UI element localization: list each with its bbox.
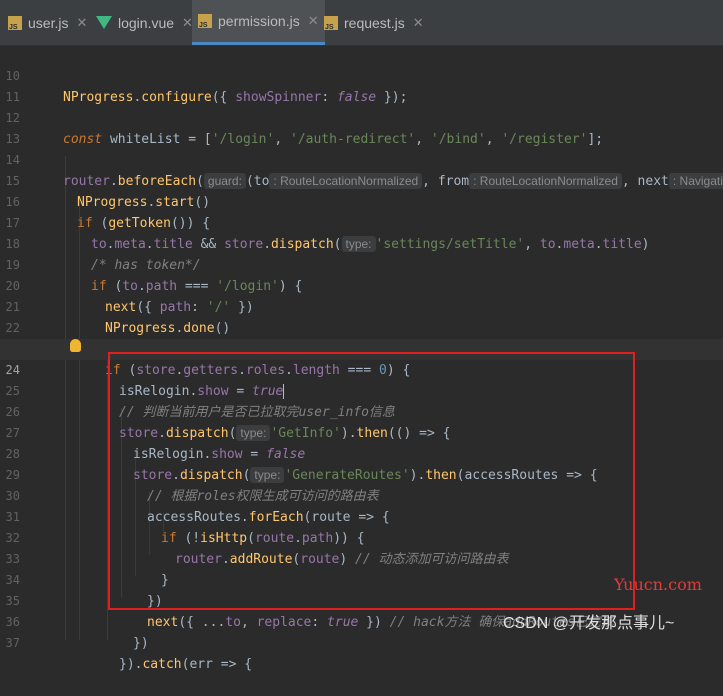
tab-request-js[interactable]: request.js ✕ — [324, 0, 424, 45]
code-line: 20 next({ path: '/' }) — [0, 255, 723, 315]
code-line: 21 NProgress.done() — [0, 276, 723, 336]
close-icon[interactable]: ✕ — [76, 15, 87, 31]
close-icon[interactable]: ✕ — [413, 15, 424, 31]
code-line: 19 if (to.path === '/login') { — [0, 234, 723, 294]
watermark-site: Yuucn.com — [614, 575, 702, 594]
code-line: 16 if (getToken()) { — [0, 171, 723, 231]
code-line: 11 — [0, 66, 723, 104]
code-line: 15 NProgress.start() — [0, 150, 723, 210]
js-file-icon — [324, 15, 338, 31]
close-icon[interactable]: ✕ — [308, 13, 319, 29]
code-line: 14 router.beforeEach(guard: (to: RouteLoc… — [0, 129, 723, 189]
vue-file-icon — [96, 16, 112, 29]
tab-label: user.js — [28, 14, 69, 31]
token: catch — [142, 657, 182, 672]
code-line: 23 if (store.getters.roles.length === 0)… — [0, 318, 723, 378]
code-text: }) — [133, 636, 149, 651]
editor-tab-bar: user.js ✕ login.vue ✕ permission.js ✕ re… — [0, 0, 723, 46]
js-file-icon — [8, 15, 22, 31]
code-line: 18 /* has token*/ — [0, 213, 723, 273]
code-line: 22 } else { — [0, 297, 723, 357]
watermark-author: CSDN @开发那点事儿~ — [503, 615, 675, 632]
lightbulb-icon[interactable] — [70, 339, 81, 352]
code-text: }).catch(err => { — [119, 654, 252, 675]
tab-label: permission.js — [218, 13, 300, 29]
js-file-icon — [198, 14, 212, 29]
tab-permission-js[interactable]: permission.js ✕ — [192, 0, 325, 45]
tab-label: login.vue — [118, 14, 175, 31]
token: }). — [119, 657, 143, 672]
code-line: 10 NProgress.configure({ showSpinner: fa… — [0, 45, 723, 105]
code-line: 17 to.meta.title && store.dispatch(type:… — [0, 192, 723, 252]
tab-label: request.js — [344, 14, 405, 31]
tab-user-js[interactable]: user.js ✕ — [8, 0, 87, 45]
tab-login-vue[interactable]: login.vue ✕ — [96, 0, 193, 45]
token: (err => { — [181, 657, 253, 672]
highlight-box — [108, 352, 635, 610]
line-number: 37 — [5, 636, 20, 650]
code-line: 12 const whiteList = ['/login', '/auth-r… — [0, 87, 723, 147]
code-line: 13 — [0, 108, 723, 146]
